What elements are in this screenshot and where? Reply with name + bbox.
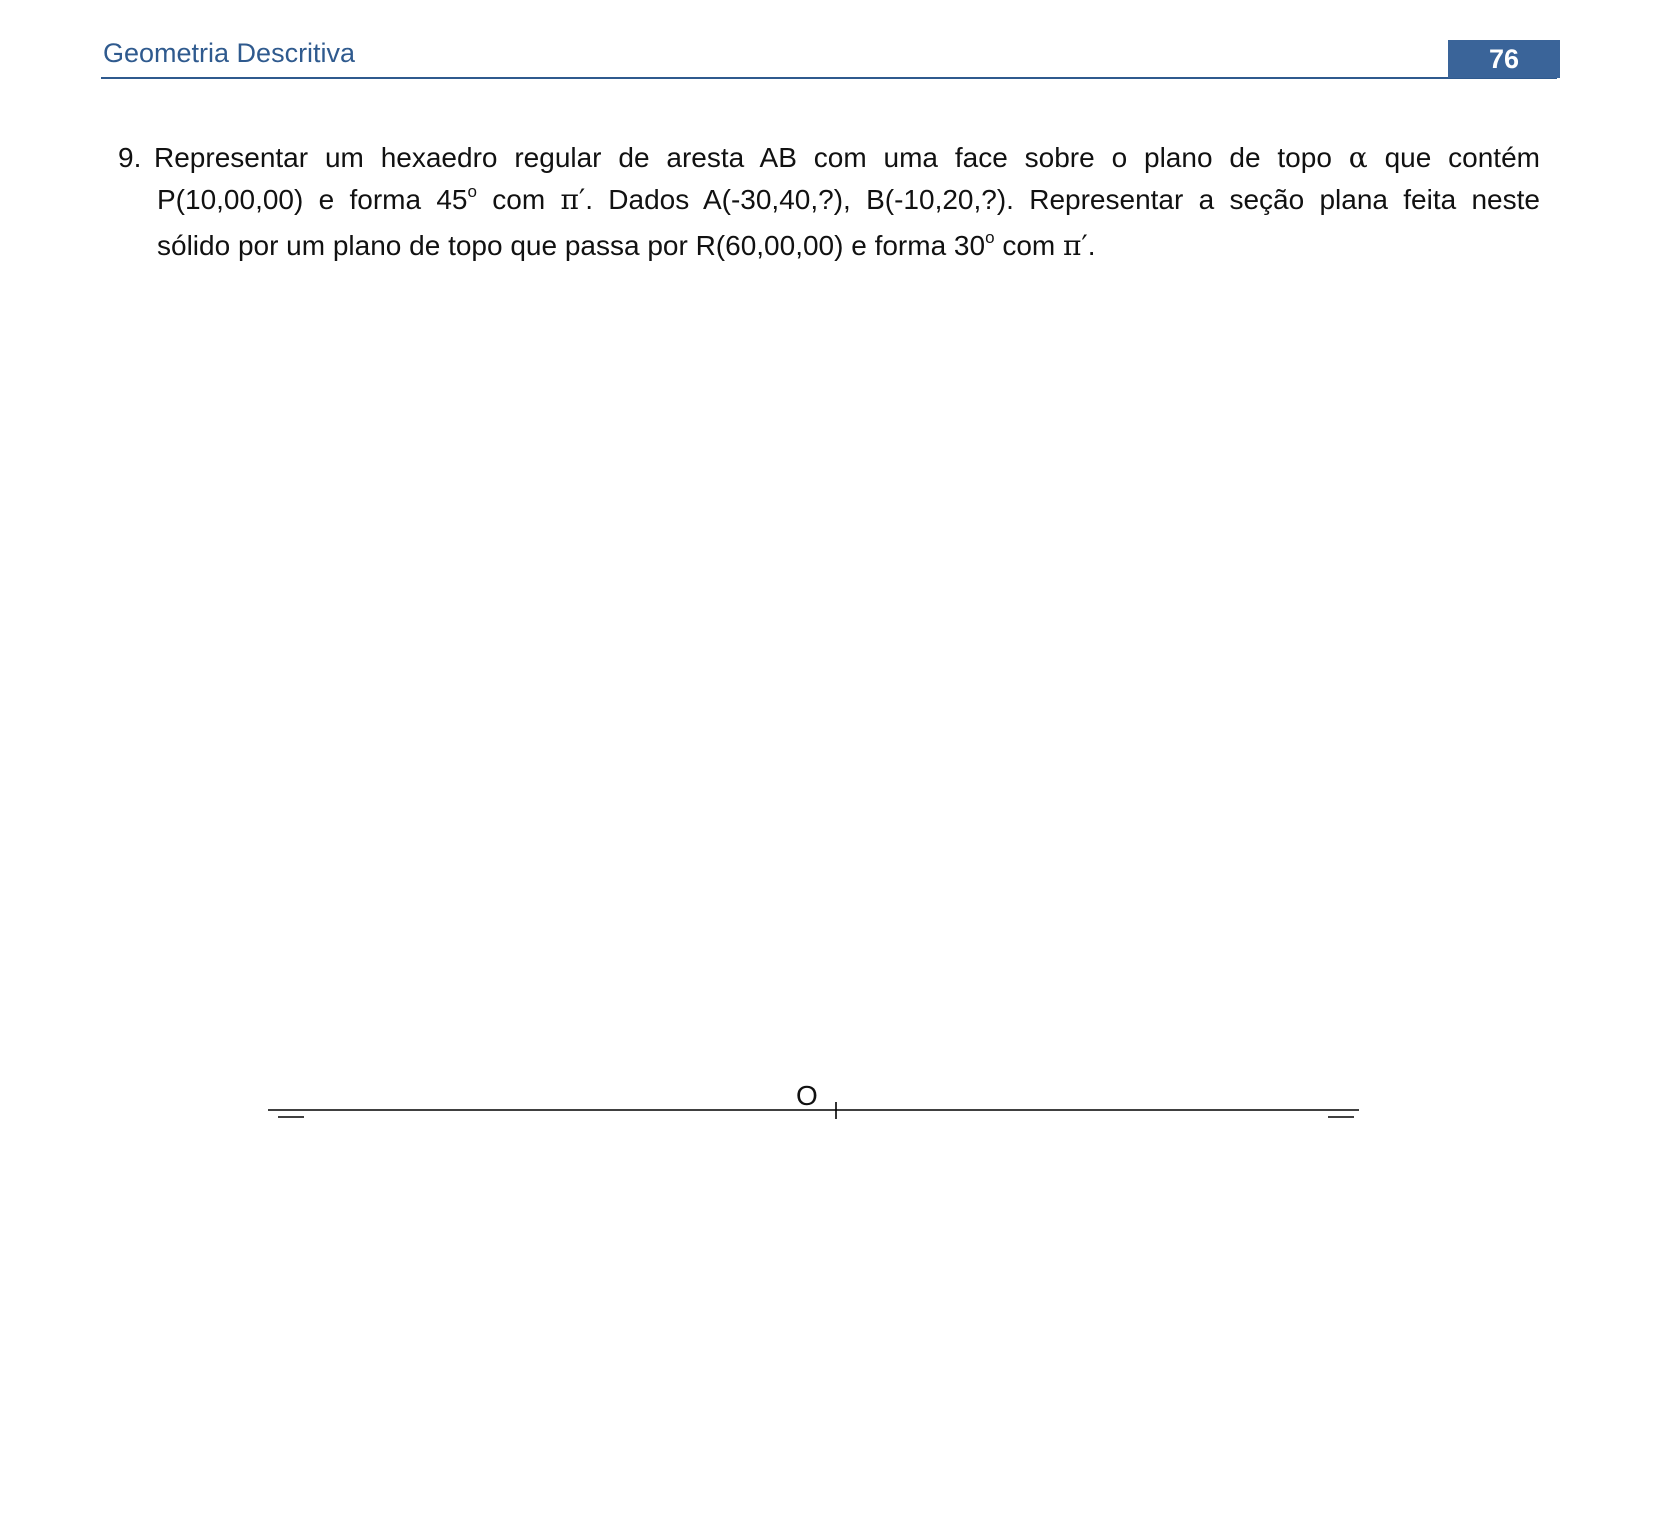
origin-label: O [796,1080,818,1111]
ground-line-diagram [268,1102,1359,1119]
